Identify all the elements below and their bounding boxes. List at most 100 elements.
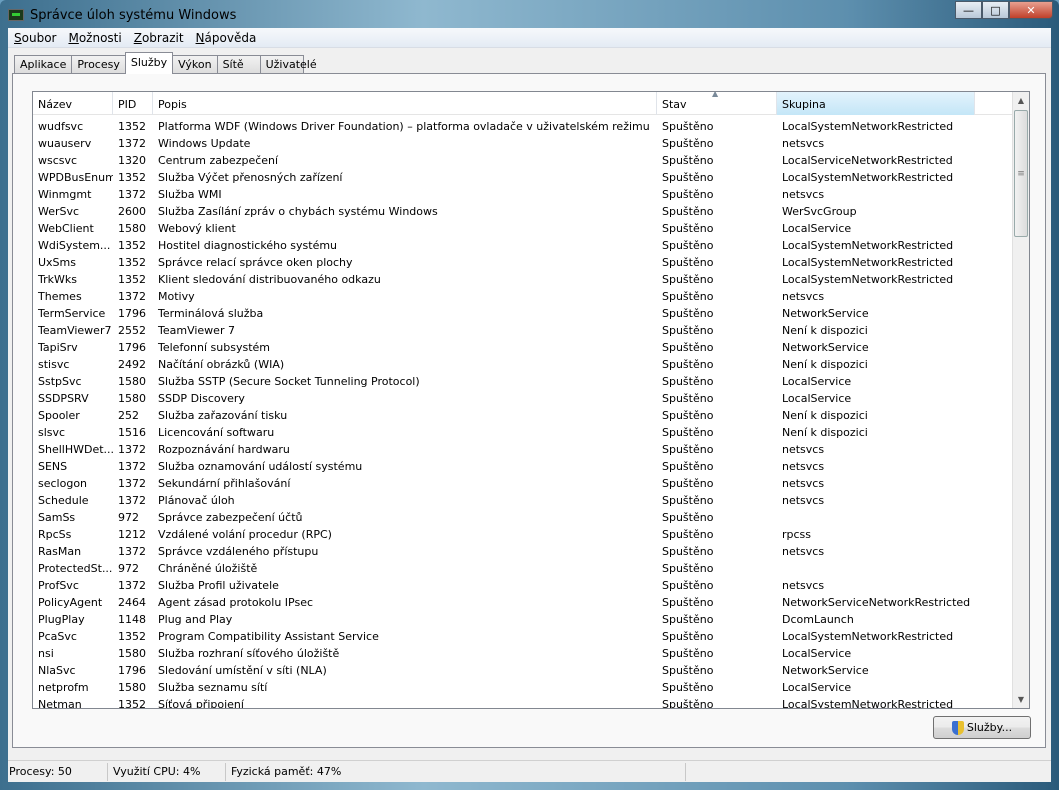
service-name: WPDBusEnum	[38, 171, 113, 184]
service-status: Spuštěno	[662, 460, 714, 473]
service-name: WdiSystem...	[38, 239, 111, 252]
service-description: Telefonní subsystém	[158, 341, 270, 354]
service-pid: 972	[118, 511, 139, 524]
service-description: Sledování umístění v síti (NLA)	[158, 664, 327, 677]
service-description: Služba seznamu sítí	[158, 681, 268, 694]
table-row[interactable]: wudfsvc 1352 Platforma WDF (Windows Driver…	[33, 118, 1013, 135]
service-group: LocalSystemNetworkRestricted	[782, 239, 954, 252]
table-row[interactable]: SSDPSRV 1580 SSDP Discovery Spuštěno LocalSe…	[33, 390, 1013, 407]
service-description: Služba zařazování tisku	[158, 409, 288, 422]
service-group: DcomLaunch	[782, 613, 854, 626]
table-row[interactable]: slsvc 1516 Licencování softwaru Spuštěno Nen…	[33, 424, 1013, 441]
service-description: Webový klient	[158, 222, 236, 235]
close-button[interactable]: ✕	[1009, 1, 1053, 19]
service-pid: 2552	[118, 324, 146, 337]
service-status: Spuštěno	[662, 171, 714, 184]
service-description: Centrum zabezpečení	[158, 154, 279, 167]
table-row[interactable]: PcaSvc 1352 Program Compatibility Assistan…	[33, 628, 1013, 645]
column-header-pid[interactable]: PID	[113, 92, 153, 115]
service-group: LocalSystemNetworkRestricted	[782, 698, 954, 709]
column-header-description[interactable]: Popis	[153, 92, 657, 115]
service-pid: 1352	[118, 698, 146, 709]
service-group: WerSvcGroup	[782, 205, 857, 218]
table-row[interactable]: SstpSvc 1580 Služba SSTP (Secure Socket Tu…	[33, 373, 1013, 390]
table-row[interactable]: WerSvc 2600 Služba Zasílání zpráv o chybác…	[33, 203, 1013, 220]
service-description: Hostitel diagnostického systému	[158, 239, 338, 252]
column-header-status[interactable]: ▲ Stav	[657, 92, 777, 115]
table-row[interactable]: Schedule 1372 Plánovač úloh Spuštěno netsvcs	[33, 492, 1013, 509]
service-group: LocalService	[782, 681, 852, 694]
table-row[interactable]: RpcSs 1212 Vzdálené volání procedur (RPC) S…	[33, 526, 1013, 543]
service-group: netsvcs	[782, 545, 825, 558]
tab-4[interactable]: Sítě	[216, 55, 261, 74]
scrollbar-thumb[interactable]: ≡	[1014, 110, 1028, 237]
table-row[interactable]: seclogon 1372 Sekundární přihlašování Spušt…	[33, 475, 1013, 492]
tab-2[interactable]: Služby	[124, 52, 174, 74]
service-pid: 1372	[118, 460, 146, 473]
service-description: Služba SSTP (Secure Socket Tunneling Pro…	[158, 375, 420, 388]
table-row[interactable]: netprofm 1580 Služba seznamu sítí Spuštěno L…	[33, 679, 1013, 696]
table-row[interactable]: TeamViewer7 2552 TeamViewer 7 Spuštěno Není …	[33, 322, 1013, 339]
services-list[interactable]: Název PID Popis ▲ Stav Skupina wudfsvc 135…	[32, 91, 1030, 709]
service-name: WebClient	[38, 222, 94, 235]
vertical-scrollbar[interactable]: ▲ ≡ ▼	[1012, 92, 1029, 708]
table-row[interactable]: stisvc 2492 Načítání obrázků (WIA) Spuštěno…	[33, 356, 1013, 373]
tab-5[interactable]: Uživatelé	[259, 55, 317, 74]
table-row[interactable]: ProtectedSt... 972 Chráněné úložiště Spuště…	[33, 560, 1013, 577]
service-pid: 1516	[118, 426, 146, 439]
table-row[interactable]: UxSms 1352 Správce relací správce oken plo…	[33, 254, 1013, 271]
tab-0[interactable]: Aplikace	[14, 55, 73, 74]
table-row[interactable]: Netman 1352 Síťová připojení Spuštěno LocalS…	[33, 696, 1013, 709]
service-description: Správce vzdáleného přístupu	[158, 545, 319, 558]
services-button[interactable]: Služby...	[933, 716, 1031, 739]
tab-1[interactable]: Procesy	[71, 55, 126, 74]
table-row[interactable]: SamSs 972 Správce zabezpečení účtů Spuštěno	[33, 509, 1013, 526]
menu-item-3[interactable]: Nápověda	[190, 31, 263, 45]
menu-item-2[interactable]: Zobrazit	[128, 31, 190, 45]
table-row[interactable]: Spooler 252 Služba zařazování tisku Spuštěn…	[33, 407, 1013, 424]
tab-3[interactable]: Výkon	[172, 55, 218, 74]
table-row[interactable]: NlaSvc 1796 Sledování umístění v síti (NLA…	[33, 662, 1013, 679]
menu-item-1[interactable]: Možnosti	[62, 31, 127, 45]
service-description: Chráněné úložiště	[158, 562, 258, 575]
table-row[interactable]: wuauserv 1372 Windows Update Spuštěno netsvc…	[33, 135, 1013, 152]
table-row[interactable]: TapiSrv 1796 Telefonní subsystém Spuštěno Ne…	[33, 339, 1013, 356]
service-pid: 1372	[118, 579, 146, 592]
service-group: LocalSystemNetworkRestricted	[782, 171, 954, 184]
service-group: netsvcs	[782, 460, 825, 473]
table-row[interactable]: PlugPlay 1148 Plug and Play Spuštěno DcomLau…	[33, 611, 1013, 628]
service-pid: 1580	[118, 647, 146, 660]
table-row[interactable]: TermService 1796 Terminálová služba Spuštěn…	[33, 305, 1013, 322]
service-name: slsvc	[38, 426, 66, 439]
table-row[interactable]: Themes 1372 Motivy Spuštěno netsvcs	[33, 288, 1013, 305]
service-name: Spooler	[38, 409, 80, 422]
table-row[interactable]: WdiSystem... 1352 Hostitel diagnostického …	[33, 237, 1013, 254]
table-row[interactable]: WebClient 1580 Webový klient Spuštěno LocalS…	[33, 220, 1013, 237]
service-pid: 1320	[118, 154, 146, 167]
table-row[interactable]: ProfSvc 1372 Služba Profil uživatele Spuště…	[33, 577, 1013, 594]
table-row[interactable]: PolicyAgent 2464 Agent zásad protokolu IPs…	[33, 594, 1013, 611]
service-name: TeamViewer7	[38, 324, 112, 337]
scroll-up-icon[interactable]: ▲	[1013, 92, 1029, 109]
scroll-down-icon[interactable]: ▼	[1013, 691, 1029, 708]
table-row[interactable]: TrkWks 1352 Klient sledování distribuované…	[33, 271, 1013, 288]
service-pid: 2600	[118, 205, 146, 218]
column-header-name[interactable]: Název	[33, 92, 113, 115]
table-row[interactable]: WPDBusEnum 1352 Služba Výčet přenosných za…	[33, 169, 1013, 186]
column-header-group[interactable]: Skupina	[777, 92, 975, 115]
table-row[interactable]: RasMan 1372 Správce vzdáleného přístupu Spu…	[33, 543, 1013, 560]
table-row[interactable]: Winmgmt 1372 Služba WMI Spuštěno netsvcs	[33, 186, 1013, 203]
table-row[interactable]: SENS 1372 Služba oznamování událostí systé…	[33, 458, 1013, 475]
table-row[interactable]: ShellHWDet... 1372 Rozpoznávání hardwaru Sp…	[33, 441, 1013, 458]
service-status: Spuštěno	[662, 647, 714, 660]
table-row[interactable]: wscsvc 1320 Centrum zabezpečení Spuštěno Loc…	[33, 152, 1013, 169]
service-group: LocalSystemNetworkRestricted	[782, 273, 954, 286]
menu-item-0[interactable]: Soubor	[8, 31, 62, 45]
service-status: Spuštěno	[662, 273, 714, 286]
table-row[interactable]: nsi 1580 Služba rozhraní síťového úložiště…	[33, 645, 1013, 662]
title-bar: Správce úloh systému Windows	[8, 4, 236, 26]
maximize-button[interactable]: □	[982, 1, 1009, 19]
uac-shield-icon	[951, 720, 964, 735]
service-description: Vzdálené volání procedur (RPC)	[158, 528, 332, 541]
minimize-button[interactable]: —	[955, 1, 982, 19]
